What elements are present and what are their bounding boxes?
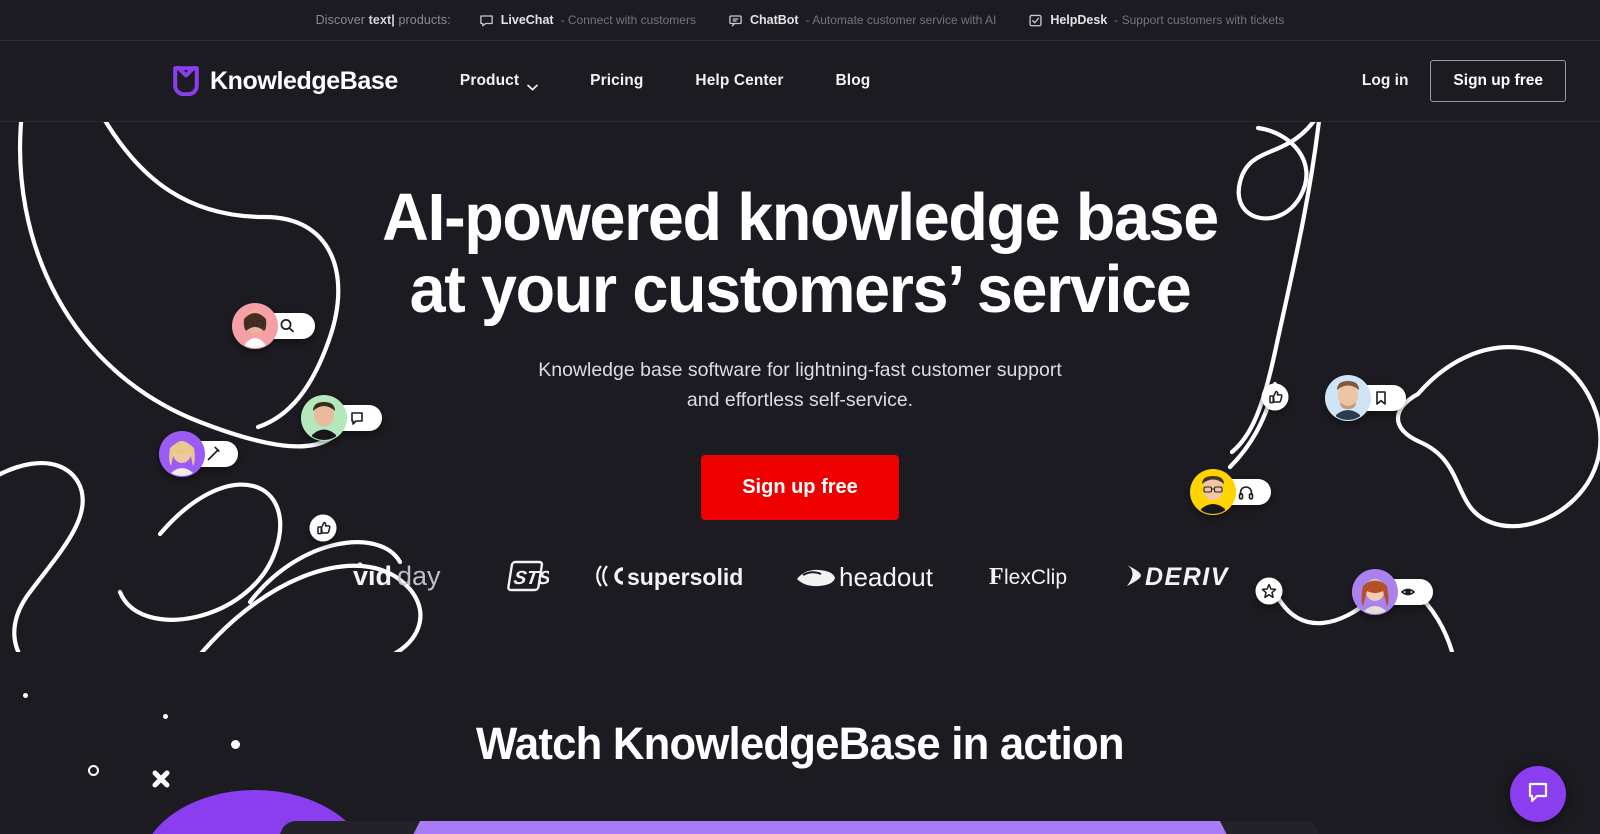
svg-text:STS: STS xyxy=(512,568,549,589)
hero-signup-button[interactable]: Sign up free xyxy=(701,455,899,520)
promo-item-desc: - Connect with customers xyxy=(560,13,696,27)
svg-text:lexClip: lexClip xyxy=(1004,566,1067,589)
nav-link-label: Product xyxy=(459,72,520,89)
nav-link-label: Pricing xyxy=(590,72,644,89)
svg-text:day: day xyxy=(397,561,441,591)
knowledgebase-logo-icon xyxy=(172,65,200,97)
hero-subtitle: Knowledge base software for lightning-fa… xyxy=(520,355,1080,415)
video-player-container[interactable] xyxy=(280,821,1320,834)
watch-section: Watch KnowledgeBase in action xyxy=(0,718,1600,770)
chevron-down-icon xyxy=(527,78,539,90)
chat-bubble-icon xyxy=(1525,779,1551,810)
page-root: Discover text| products: LiveChat - Conn… xyxy=(0,0,1600,834)
logo-vidday: vid day xyxy=(353,559,459,593)
logo-sts: STS xyxy=(505,558,549,594)
promo-lead-suffix: products: xyxy=(394,13,451,27)
deco-dot-1 xyxy=(23,693,28,698)
promo-lead-text: Discover text| products: xyxy=(316,13,451,27)
nav-links: Product Pricing Help Center Blog xyxy=(460,62,870,100)
svg-text:DERIV: DERIV xyxy=(1145,563,1230,591)
video-thumbnail-graphic xyxy=(413,821,1227,834)
brand-logo-link[interactable]: KnowledgeBase xyxy=(172,65,398,97)
nav-link-product[interactable]: Product xyxy=(459,62,539,100)
nav-link-label: Help Center xyxy=(695,72,784,89)
promo-lead-brand: text| xyxy=(368,13,395,27)
nav-signup-button[interactable]: Sign up free xyxy=(1430,60,1566,102)
hero-content: AI-powered knowledge base at your custom… xyxy=(0,122,1600,520)
logo-headout: headout xyxy=(793,559,943,593)
chatbot-icon xyxy=(728,13,743,28)
logo-flexclip: F lexClip xyxy=(989,561,1077,591)
promo-item-desc: - Support customers with tickets xyxy=(1114,13,1285,27)
svg-text:headout: headout xyxy=(839,562,934,592)
brand-name-text: KnowledgeBase xyxy=(210,66,398,95)
hero-title-line-1: AI-powered knowledge base xyxy=(382,180,1219,255)
svg-text:F: F xyxy=(989,564,1004,590)
promo-item-livechat[interactable]: LiveChat - Connect with customers xyxy=(479,13,696,28)
main-navbar: KnowledgeBase Product Pricing Help Cente… xyxy=(0,41,1600,122)
logo-deriv: DERIV xyxy=(1123,561,1247,591)
nav-link-blog[interactable]: Blog xyxy=(836,62,871,100)
thumbs-up-icon xyxy=(317,521,331,535)
nav-right-actions: Log in Sign up free xyxy=(1362,60,1566,102)
nav-link-pricing[interactable]: Pricing xyxy=(590,62,643,100)
helpdesk-icon xyxy=(1028,13,1043,28)
promo-item-name: LiveChat xyxy=(500,13,554,27)
promo-item-helpdesk[interactable]: HelpDesk - Support customers with ticket… xyxy=(1028,13,1284,28)
hero-section: AI-powered knowledge base at your custom… xyxy=(0,122,1600,652)
chat-widget-button[interactable] xyxy=(1510,766,1566,822)
nav-link-label: Blog xyxy=(835,72,871,89)
logo-supersolid: supersolid xyxy=(595,560,747,592)
svg-text:supersolid: supersolid xyxy=(627,564,743,590)
customer-logos-strip: vid day STS supersolid headout F lexClip… xyxy=(0,558,1600,594)
hero-subtitle-line-1: Knowledge base software for lightning-fa… xyxy=(538,359,992,381)
page-title: AI-powered knowledge base at your custom… xyxy=(382,180,1219,327)
nav-link-help-center[interactable]: Help Center xyxy=(695,62,783,100)
watch-section-title: Watch KnowledgeBase in action xyxy=(476,718,1124,769)
promo-item-name: HelpDesk xyxy=(1050,13,1108,27)
promo-bar: Discover text| products: LiveChat - Conn… xyxy=(0,0,1600,41)
promo-item-desc: - Automate customer service with AI xyxy=(805,13,997,27)
hero-title-line-2: at your customers’ service xyxy=(409,252,1192,327)
livechat-icon xyxy=(479,13,494,28)
promo-item-name: ChatBot xyxy=(749,13,799,27)
login-link[interactable]: Log in xyxy=(1362,72,1409,90)
promo-item-chatbot[interactable]: ChatBot - Automate customer service with… xyxy=(728,13,996,28)
deco-x-mark xyxy=(152,770,170,788)
promo-lead-prefix: Discover xyxy=(315,13,369,27)
